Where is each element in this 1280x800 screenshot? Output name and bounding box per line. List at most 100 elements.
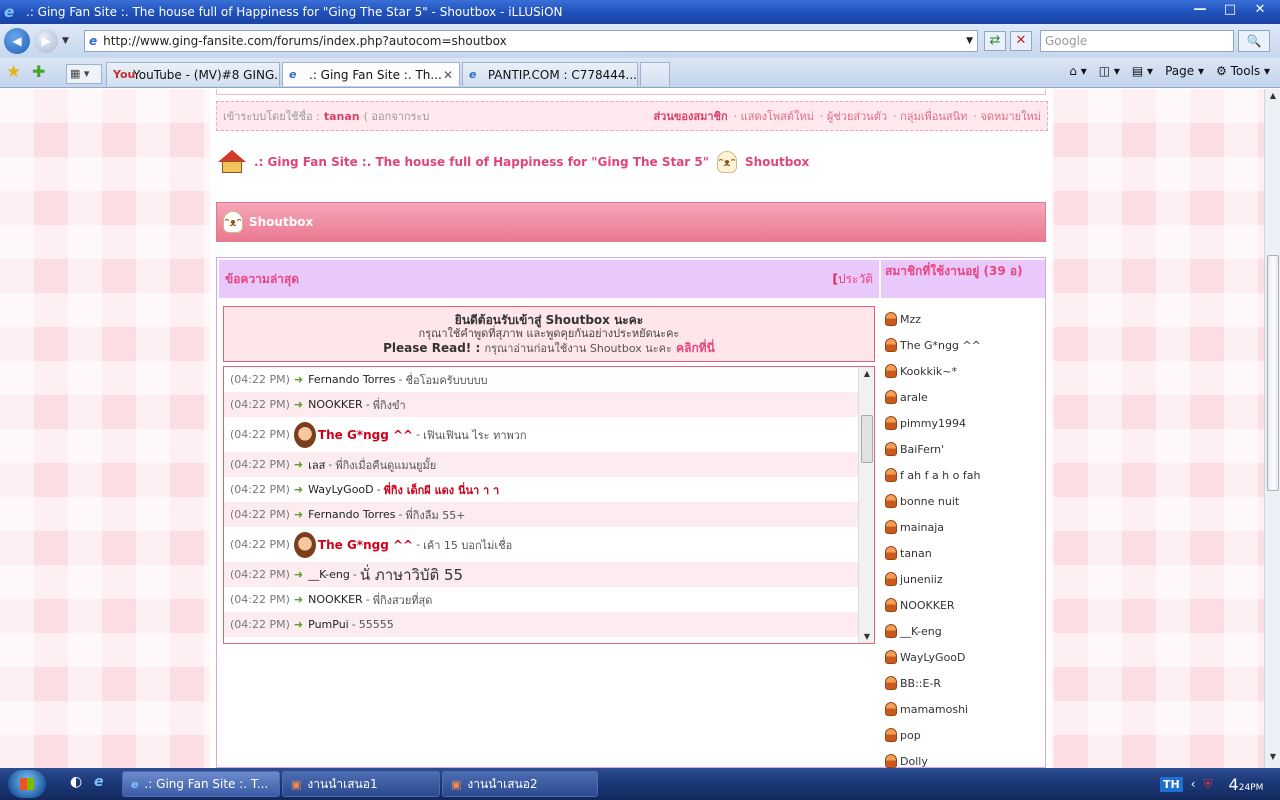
forum-content: เข้าระบบโดยใช้ชื่อ : tanan ( ออกจากระบ ส… <box>210 89 1052 768</box>
message-user[interactable]: NOOKKER <box>308 593 363 606</box>
breadcrumb-site-link[interactable]: .: Ging Fan Site :. The house full of Ha… <box>254 155 709 169</box>
address-url: http://www.ging-fansite.com/forums/index… <box>103 34 507 48</box>
message-row: (04:22 PM) ➜ NOOKKER - พี่กิงขำ <box>224 392 874 417</box>
message-user[interactable]: เลส <box>308 456 325 474</box>
online-user[interactable]: NOOKKER <box>885 592 1045 618</box>
sprout-arrow-icon: ➜ <box>293 593 304 606</box>
message-row: (04:22 PM) ➜ เลส - พี่กิงเมื่อคืนดูแมนยูมั้ย <box>224 452 874 477</box>
ie-icon: e <box>131 777 139 791</box>
search-input[interactable]: Google <box>1040 30 1234 52</box>
tools-menu[interactable]: ⚙ Tools ▾ <box>1216 64 1270 78</box>
logout-link[interactable]: ( ออกจากระบ <box>364 107 430 125</box>
stop-button[interactable]: ✕ <box>1010 31 1032 51</box>
forward-button[interactable]: ▶ <box>34 29 58 53</box>
click-here-link[interactable]: คลิกที่นี่ <box>676 341 715 355</box>
online-user[interactable]: Mzz <box>885 306 1045 332</box>
new-tab-button[interactable] <box>640 62 670 86</box>
breadcrumb-shoutbox-link[interactable]: Shoutbox <box>745 155 809 169</box>
online-user-name: The G*ngg ^^ <box>900 338 981 352</box>
online-members-header: สมาชิกที่ใช้งานอยู่ (39 อ) <box>881 260 1045 298</box>
user-icon <box>885 650 897 664</box>
tab-youtube[interactable]: You YouTube - (MV)#8 GING... <box>106 62 280 86</box>
online-user[interactable]: f ah f a h o fah <box>885 462 1045 488</box>
message-user[interactable]: NOOKKER <box>308 398 363 411</box>
online-user[interactable]: BB::E-R <box>885 670 1045 696</box>
member-area-link[interactable]: ส่วนของสมาชิก <box>653 107 727 125</box>
online-user[interactable]: __K-eng <box>885 618 1045 644</box>
scroll-up-icon[interactable]: ▲ <box>859 369 874 378</box>
security-shield-icon[interactable]: ⛨ <box>1204 777 1213 792</box>
quick-tabs-button[interactable]: ▦ ▾ <box>66 64 102 84</box>
taskbar-item-ppt2[interactable]: ▣ งานนำเสนอ2 <box>442 771 598 797</box>
maximize-button[interactable]: □ <box>1216 0 1244 18</box>
scroll-up-icon[interactable]: ▲ <box>1265 91 1280 105</box>
online-user[interactable]: WayLyGooD <box>885 644 1045 670</box>
add-favorite-icon[interactable]: ✚ <box>32 62 45 81</box>
quicklaunch-switch-icon[interactable]: ◐ <box>70 774 82 790</box>
online-user[interactable]: mainaja <box>885 514 1045 540</box>
favorites-star-icon[interactable]: ★ <box>6 62 21 82</box>
online-user[interactable]: bonne nuit <box>885 488 1045 514</box>
page-menu[interactable]: Page ▾ <box>1165 64 1204 78</box>
message-user[interactable]: WayLyGooD <box>308 483 374 496</box>
taskbar-item-browser[interactable]: e .: Ging Fan Site :. T... <box>122 771 280 797</box>
address-dropdown-icon[interactable]: ▼ <box>966 36 973 46</box>
refresh-button[interactable]: ⇄ <box>984 31 1006 51</box>
tab-close-icon[interactable]: ✕ <box>443 68 453 82</box>
friends-link[interactable]: · กลุ่มเพื่อนสนิท <box>893 107 967 125</box>
personal-assistant-link[interactable]: · ผู้ช่วยส่วนตัว <box>820 107 887 125</box>
messages-list[interactable]: (04:22 PM) ➜ Fernando Torres - ชื่อโอมครับบบ… <box>223 366 875 644</box>
login-username[interactable]: tanan <box>324 110 360 123</box>
online-user[interactable]: tanan <box>885 540 1045 566</box>
clock[interactable]: 424PM <box>1229 775 1264 794</box>
close-button[interactable]: ✕ <box>1246 0 1274 18</box>
back-button[interactable]: ◀ <box>4 28 30 54</box>
online-user[interactable]: The G*ngg ^^ <box>885 332 1045 358</box>
message-user[interactable]: Fernando Torres <box>308 373 395 386</box>
new-messages-link[interactable]: · จดหมายใหม่ <box>973 107 1041 125</box>
online-user[interactable]: mamamoshi <box>885 696 1045 722</box>
print-button[interactable]: ▤ ▾ <box>1132 64 1153 78</box>
messages-scrollbar[interactable]: ▲ ▼ <box>858 367 874 643</box>
search-icon: 🔍 <box>1246 34 1262 48</box>
online-user[interactable]: pimmy1994 <box>885 410 1045 436</box>
online-user[interactable]: BaiFern' <box>885 436 1045 462</box>
scroll-thumb[interactable] <box>1267 255 1279 491</box>
search-button[interactable]: 🔍 <box>1238 30 1270 52</box>
online-user-name: Dolly <box>900 754 928 768</box>
online-user[interactable]: pop <box>885 722 1045 748</box>
message-user[interactable]: Fernando Torres <box>308 508 395 521</box>
user-icon <box>885 754 897 768</box>
tray-chevron-icon[interactable]: ‹ <box>1191 777 1196 791</box>
quicklaunch-ie-icon[interactable]: e <box>94 774 104 790</box>
online-user[interactable]: juneniiz <box>885 566 1045 592</box>
new-posts-link[interactable]: · แสดงโพสต์ใหม่ <box>734 107 814 125</box>
latest-messages-header: ข้อความล่าสุด [ประวัติ <box>219 260 879 298</box>
user-icon <box>885 702 897 716</box>
scroll-down-icon[interactable]: ▼ <box>859 632 874 641</box>
history-link[interactable]: [ประวัติ <box>832 270 873 289</box>
scroll-down-icon[interactable]: ▼ <box>1265 752 1280 766</box>
message-text: เฟินเฟินน ไระ ทาพวก <box>423 428 527 442</box>
message-user[interactable]: The G*ngg ^^ <box>318 428 413 442</box>
shoutbox-title: Shoutbox <box>249 215 314 229</box>
online-user[interactable]: Dolly <box>885 748 1045 768</box>
address-input[interactable]: e http://www.ging-fansite.com/forums/ind… <box>84 30 978 52</box>
scroll-thumb[interactable] <box>861 415 873 463</box>
message-user[interactable]: __K-eng <box>308 568 350 581</box>
start-button[interactable] <box>8 770 46 798</box>
taskbar-item-ppt1[interactable]: ▣ งานนำเสนอ1 <box>282 771 440 797</box>
language-indicator[interactable]: TH <box>1160 776 1183 792</box>
minimize-button[interactable]: — <box>1186 0 1214 18</box>
tab-ging-fan-site[interactable]: e .: Ging Fan Site :. Th... ✕ <box>282 62 460 86</box>
online-user[interactable]: Kookkik~* <box>885 358 1045 384</box>
home-button[interactable]: ⌂ ▾ <box>1069 64 1086 78</box>
message-user[interactable]: The G*ngg ^^ <box>318 538 413 552</box>
message-time: (04:22 PM) <box>230 538 290 551</box>
history-dropdown-icon[interactable]: ▼ <box>62 36 69 46</box>
feeds-button[interactable]: ◫ ▾ <box>1099 64 1120 78</box>
online-user[interactable]: arale <box>885 384 1045 410</box>
page-scrollbar[interactable]: ▲ ▼ <box>1264 89 1280 768</box>
message-user[interactable]: PumPui <box>308 618 349 631</box>
tab-pantip[interactable]: e PANTIP.COM : C778444... <box>462 62 638 86</box>
